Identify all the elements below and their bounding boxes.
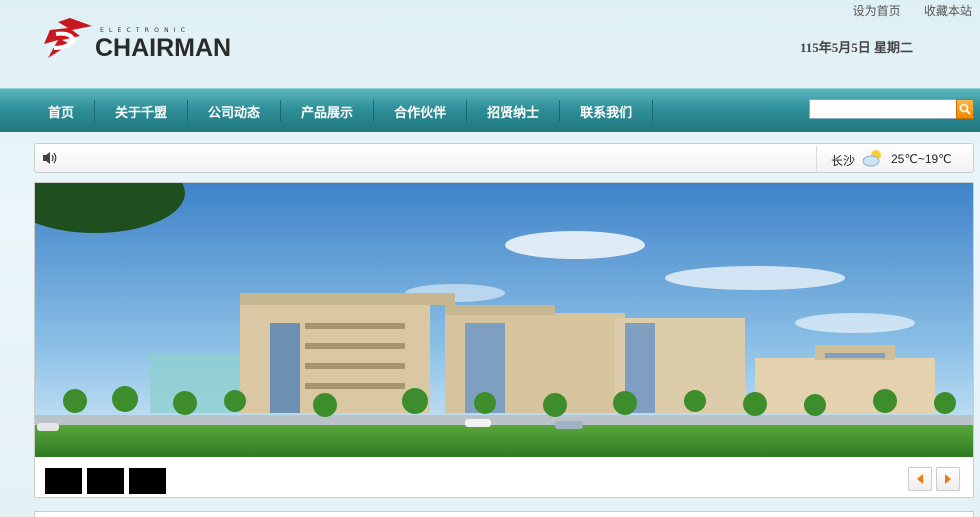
- bookmark-site-link[interactable]: 收藏本站: [924, 4, 972, 18]
- banner-thumbnail[interactable]: [45, 468, 82, 494]
- nav-item-products[interactable]: 产品展示: [281, 102, 373, 121]
- nav-item-partners[interactable]: 合作伙伴: [374, 102, 466, 121]
- content-panel-top: [34, 511, 974, 517]
- partly-cloudy-icon: [861, 148, 885, 171]
- set-homepage-link[interactable]: 设为首页: [853, 4, 901, 18]
- logo-mark-icon: [44, 18, 92, 58]
- nav-item-news[interactable]: 公司动态: [188, 102, 280, 121]
- weather-divider: [816, 146, 817, 172]
- logo-subtitle: ELECTRONIC: [100, 27, 191, 34]
- main-nav: 首页 关于千盟 公司动态 产品展示 合作伙伴 招贤纳士 联系我们: [0, 88, 980, 132]
- arrow-left-icon: [917, 474, 923, 484]
- nav-item-about[interactable]: 关于千盟: [95, 102, 187, 121]
- search-button[interactable]: [956, 99, 974, 119]
- nav-divider: [652, 100, 654, 122]
- nav-item-home[interactable]: 首页: [28, 102, 94, 121]
- current-date: 115年5月5日 星期二: [800, 40, 914, 55]
- info-bar: 长沙 25℃~19℃: [34, 143, 974, 173]
- announcement-speaker[interactable]: [41, 150, 59, 169]
- nav-item-contact[interactable]: 联系我们: [560, 102, 652, 121]
- weather-city: 长沙: [831, 154, 856, 168]
- banner-thumbnail[interactable]: [87, 468, 124, 494]
- search-input[interactable]: [809, 99, 957, 119]
- header: 设为首页 收藏本站 ELECTRONIC CHAIRMAN 115年5月5日 星…: [0, 0, 980, 88]
- logo[interactable]: ELECTRONIC CHAIRMAN: [40, 14, 250, 64]
- banner-next-button[interactable]: [936, 467, 960, 491]
- logo-text: CHAIRMAN: [95, 34, 232, 62]
- speaker-icon: [43, 152, 57, 164]
- banner-thumbnails: [45, 468, 166, 494]
- banner-image[interactable]: [35, 183, 973, 457]
- arrow-right-icon: [945, 474, 951, 484]
- hero-banner: [34, 182, 974, 498]
- top-links: 设为首页 收藏本站: [833, 2, 972, 19]
- banner-thumbnail[interactable]: [129, 468, 166, 494]
- search-icon: [959, 103, 971, 115]
- banner-prev-button[interactable]: [908, 467, 932, 491]
- weather-temperature: 25℃~19℃: [891, 152, 952, 166]
- nav-item-careers[interactable]: 招贤纳士: [467, 102, 559, 121]
